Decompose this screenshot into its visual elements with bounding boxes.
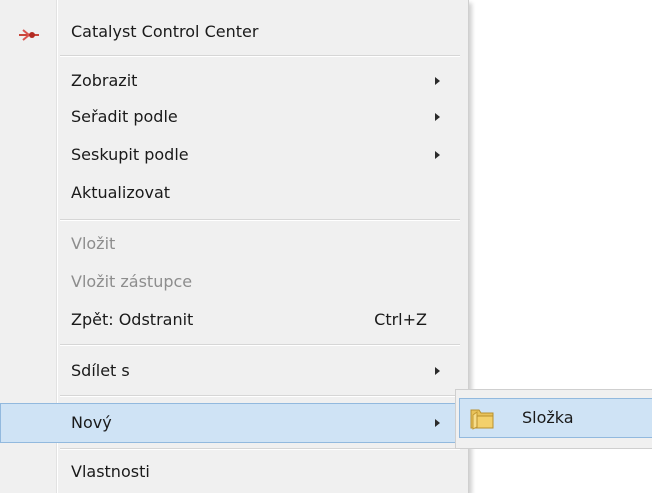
menu-item-label: Nový xyxy=(71,413,112,432)
menu-item-label: Seskupit podle xyxy=(71,145,189,164)
menu-item-catalyst-control-center[interactable]: Catalyst Control Center xyxy=(0,12,468,52)
chevron-right-icon xyxy=(435,77,440,85)
menu-item-seradit-podle[interactable]: Seřadit podle xyxy=(0,97,468,137)
folder-icon xyxy=(470,409,494,430)
menu-separator xyxy=(60,55,460,57)
menu-separator xyxy=(60,219,460,221)
menu-item-zpet-odstranit[interactable]: Zpět: Odstranit Ctrl+Z xyxy=(0,300,468,340)
menu-item-label: Zpět: Odstranit xyxy=(71,310,194,329)
menu-separator xyxy=(60,448,460,450)
chevron-right-icon xyxy=(435,419,440,427)
menu-item-label: Catalyst Control Center xyxy=(71,22,259,41)
catalyst-icon xyxy=(19,29,39,41)
menu-item-label: Seřadit podle xyxy=(71,107,178,126)
shortcut-label: Ctrl+Z xyxy=(374,310,427,329)
menu-item-novy[interactable]: Nový xyxy=(0,403,468,443)
chevron-right-icon xyxy=(435,151,440,159)
menu-item-vlozit-zastupce: Vložit zástupce xyxy=(0,262,468,302)
menu-item-seskupit-podle[interactable]: Seskupit podle xyxy=(0,135,468,175)
desktop-context-menu: Catalyst Control Center Zobrazit Seřadit… xyxy=(0,0,469,493)
menu-separator xyxy=(60,395,460,397)
submenu-item-slozka[interactable]: Složka xyxy=(459,398,652,438)
menu-item-vlozit: Vložit xyxy=(0,224,468,264)
menu-item-label: Zobrazit xyxy=(71,71,138,90)
submenu-item-label: Složka xyxy=(522,408,574,427)
menu-item-label: Aktualizovat xyxy=(71,183,171,202)
menu-item-label: Vlastnosti xyxy=(71,462,150,481)
menu-item-vlastnosti[interactable]: Vlastnosti xyxy=(0,452,468,492)
chevron-right-icon xyxy=(435,113,440,121)
menu-item-label: Sdílet s xyxy=(71,361,130,380)
menu-item-sdilet-s[interactable]: Sdílet s xyxy=(0,351,468,391)
menu-item-zobrazit[interactable]: Zobrazit xyxy=(0,61,468,101)
menu-item-aktualizovat[interactable]: Aktualizovat xyxy=(0,173,468,213)
menu-item-label: Vložit xyxy=(71,234,116,253)
menu-separator xyxy=(60,344,460,346)
menu-item-label: Vložit zástupce xyxy=(71,272,193,291)
new-item-submenu: Složka xyxy=(455,389,652,449)
chevron-right-icon xyxy=(435,367,440,375)
